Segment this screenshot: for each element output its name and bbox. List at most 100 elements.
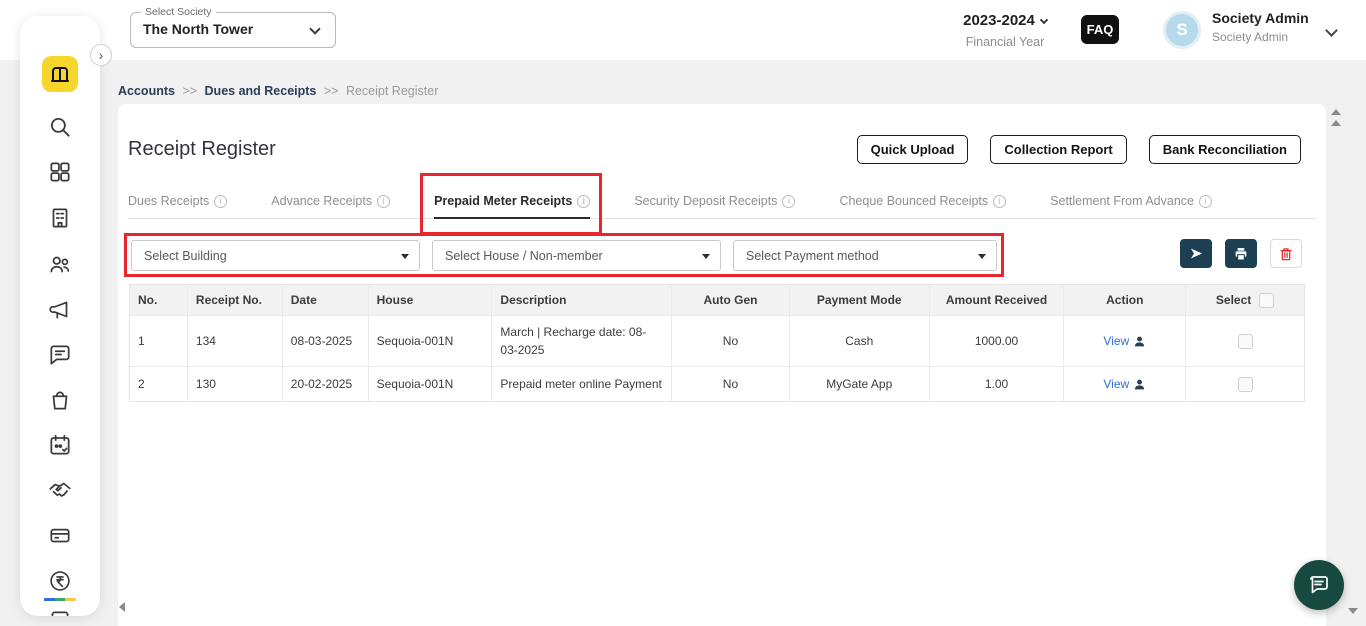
tab-label: Advance Receipts [271,194,373,208]
breadcrumb-accounts[interactable]: Accounts [118,84,175,98]
avatar[interactable]: S [1163,11,1201,49]
society-select-value: The North Tower [143,21,254,37]
table-tool-buttons [1180,239,1302,268]
col-header-date: Date [283,285,369,315]
tab-security-deposit-receipts[interactable]: Security Deposit Receipts [634,184,796,218]
announcement-megaphone-icon[interactable] [47,297,73,323]
search-icon[interactable] [47,114,73,140]
services-bag-icon[interactable] [47,387,73,413]
tab-label: Security Deposit Receipts [634,194,778,208]
info-icon [214,194,228,208]
society-select-label: Select Society [141,6,216,18]
col-header-action: Action [1064,285,1187,315]
col-header-no: No. [130,285,188,315]
tab-label: Cheque Bounced Receipts [839,194,989,208]
partnership-handshake-icon[interactable] [47,477,73,503]
chevron-down-icon [1325,24,1338,37]
cell-no: 2 [130,367,188,401]
table-row: 2 130 20-02-2025 Sequoia-001N Prepaid me… [130,366,1304,401]
scroll-left-icon[interactable] [119,602,125,612]
cell-action: View [1064,316,1187,366]
app-root: Select Society The North Tower 2023-2024… [0,0,1366,626]
building-icon[interactable] [47,205,73,231]
cell-auto-gen: No [672,316,790,366]
wallet-card-icon[interactable] [47,522,73,548]
residents-people-icon[interactable] [47,251,73,277]
tab-dues-receipts[interactable]: Dues Receipts [128,184,228,218]
cell-date: 20-02-2025 [283,367,369,401]
cell-description: March | Recharge date: 08-03-2025 [492,316,673,366]
dropdown-value: Select Payment method [746,248,879,263]
faq-button[interactable]: FAQ [1081,15,1119,44]
more-icon[interactable] [47,607,73,616]
top-action-buttons: Quick Upload Collection Report Bank Reco… [856,135,1301,164]
caret-down-icon [401,254,409,259]
col-header-select: Select [1186,285,1304,315]
info-icon [577,194,591,208]
sidebar-expand-icon[interactable]: › [90,44,112,66]
tab-settlement-from-advance[interactable]: Settlement From Advance [1050,184,1212,218]
dashboard-icon[interactable] [47,159,73,185]
info-icon [1198,194,1212,208]
cell-amount: 1.00 [930,367,1065,401]
scrollbar-up-arrows[interactable] [1331,109,1341,126]
payments-rupee-icon[interactable] [47,568,73,594]
caret-down-icon [702,254,710,259]
support-chat-fab[interactable] [1294,560,1344,610]
cell-auto-gen: No [672,367,790,401]
cell-payment-mode: Cash [790,316,930,366]
cell-house: Sequoia-001N [369,316,493,366]
select-all-checkbox[interactable] [1259,292,1275,308]
tab-advance-receipts[interactable]: Advance Receipts [271,184,391,218]
tab-cheque-bounced-receipts[interactable]: Cheque Bounced Receipts [839,184,1007,218]
row-select-checkbox[interactable] [1237,376,1253,392]
tab-label: Dues Receipts [128,194,210,208]
row-select-checkbox[interactable] [1237,333,1253,349]
print-button[interactable] [1225,239,1257,268]
col-header-description: Description [492,285,673,315]
society-select[interactable]: Select Society The North Tower [130,6,336,48]
collection-report-button[interactable]: Collection Report [990,135,1127,164]
quick-upload-button[interactable]: Quick Upload [856,135,969,164]
cell-payment-mode: MyGate App [790,367,930,401]
page-title: Receipt Register [128,138,276,160]
user-name: Society Admin [1212,10,1309,26]
table-body: 1 134 08-03-2025 Sequoia-001N March | Re… [130,315,1304,401]
table-row: 1 134 08-03-2025 Sequoia-001N March | Re… [130,315,1304,366]
caret-down-icon [978,254,986,259]
mygate-logo-icon[interactable] [42,56,78,92]
breadcrumb-separator: >> [182,84,198,98]
info-icon [993,194,1007,208]
user-role: Society Admin [1212,30,1289,44]
view-link[interactable]: View [1103,377,1146,391]
breadcrumb-dues-and-receipts[interactable]: Dues and Receipts [205,84,317,98]
col-header-receipt-no: Receipt No. [188,285,283,315]
cell-no: 1 [130,316,188,366]
select-building-dropdown[interactable]: Select Building [131,240,420,271]
submit-filter-button[interactable] [1180,239,1212,268]
select-house-dropdown[interactable]: Select House / Non-member [432,240,721,271]
messages-chat-icon[interactable] [47,342,73,368]
scroll-down-icon[interactable] [1348,608,1358,614]
view-link[interactable]: View [1103,334,1146,348]
scroll-up-icon[interactable] [1331,109,1341,115]
breadcrumb: Accounts >> Dues and Receipts >> Receipt… [118,84,438,98]
select-header-label: Select [1215,293,1252,307]
view-label: View [1103,334,1130,348]
financial-year-select[interactable]: 2023-2024 Financial Year [950,12,1060,49]
cell-action: View [1064,367,1187,401]
tab-prepaid-meter-receipts[interactable]: Prepaid Meter Receipts [420,173,603,235]
col-header-auto-gen: Auto Gen [672,285,790,315]
delete-button[interactable] [1270,239,1302,268]
bank-reconciliation-button[interactable]: Bank Reconciliation [1148,135,1301,164]
cell-amount: 1000.00 [930,316,1065,366]
select-payment-method-dropdown[interactable]: Select Payment method [733,240,997,271]
receipt-tabs: Dues Receipts Advance Receipts Prepaid M… [128,173,1316,235]
scroll-up-icon[interactable] [1331,120,1341,126]
attendance-calendar-icon[interactable] [47,432,73,458]
view-label: View [1103,377,1130,391]
info-icon [377,194,391,208]
cell-description: Prepaid meter online Payment [492,367,673,401]
sidebar-nav [20,16,100,616]
user-menu-chevron[interactable] [1325,22,1338,40]
